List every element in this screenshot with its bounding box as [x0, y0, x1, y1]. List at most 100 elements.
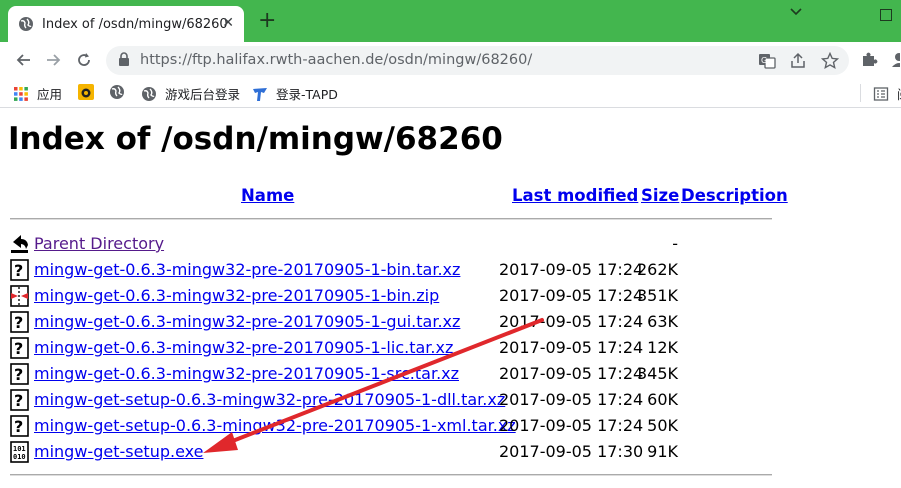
footer-divider — [10, 474, 772, 476]
url-text[interactable]: https://ftp.halifax.rwth-aachen.de/osdn/… — [140, 52, 532, 68]
bookmark-apps[interactable]: 应用 — [13, 84, 62, 103]
file-row: ? mingw-get-setup-0.6.3-mingw32-pre-2017… — [10, 414, 770, 438]
tapd-icon — [252, 86, 268, 102]
translate-icon[interactable]: G — [758, 52, 776, 70]
file-row: ? mingw-get-0.6.3-mingw32-pre-20170905-1… — [10, 258, 770, 282]
svg-text:G: G — [761, 56, 767, 65]
sort-by-size-link[interactable]: Size — [641, 186, 679, 205]
reading-list-icon — [873, 86, 889, 102]
bookmark-game-icon — [78, 84, 94, 100]
url-path: /osdn/mingw/68260/ — [383, 52, 533, 68]
unknown-file-icon: ? — [10, 311, 30, 333]
reading-list[interactable]: 阅 — [873, 84, 901, 103]
unknown-file-icon: ? — [10, 389, 30, 411]
share-icon[interactable] — [789, 52, 807, 70]
file-size: 12K — [647, 338, 678, 357]
file-modified: 2017-09-05 17:24 — [499, 364, 644, 383]
new-tab-icon[interactable]: + — [258, 10, 276, 32]
file-modified: 2017-09-05 17:24 — [499, 338, 644, 357]
reading-list-label: 阅 — [897, 84, 901, 103]
globe-icon — [109, 84, 125, 100]
file-size: 50K — [647, 416, 678, 435]
file-link[interactable]: mingw-get-setup-0.6.3-mingw32-pre-201709… — [34, 390, 505, 409]
bookmark-label: 应用 — [37, 87, 63, 102]
maximize-icon[interactable] — [880, 9, 892, 21]
svg-text:010: 010 — [13, 453, 26, 461]
bookmark-tapd[interactable]: 登录-TAPD — [252, 84, 338, 103]
sort-by-name-link[interactable]: Name — [241, 186, 294, 205]
reload-icon[interactable] — [74, 50, 94, 70]
file-link[interactable]: mingw-get-0.6.3-mingw32-pre-20170905-1-l… — [34, 338, 453, 357]
unknown-file-icon: ? — [10, 337, 30, 359]
file-size: 345K — [636, 364, 678, 383]
tab-title: Index of /osdn/mingw/68260 — [42, 16, 228, 32]
bookmarks-bar: 应用 游戏后台登录 登录-TAPD 阅 — [0, 78, 901, 108]
file-modified: 2017-09-05 17:24 — [499, 416, 644, 435]
header-divider — [10, 218, 772, 220]
apps-grid-icon — [13, 86, 29, 102]
url-host: https://ftp.halifax.rwth-aachen.de — [140, 52, 384, 68]
file-size: 262K — [636, 260, 678, 279]
back-icon[interactable] — [14, 50, 34, 70]
svg-text:?: ? — [14, 313, 23, 332]
file-link[interactable]: mingw-get-0.6.3-mingw32-pre-20170905-1-b… — [34, 260, 460, 279]
file-row: ? mingw-get-setup-0.6.3-mingw32-pre-2017… — [10, 388, 770, 412]
binary-file-icon: 101 010 — [10, 441, 30, 463]
file-size: 63K — [647, 312, 678, 331]
file-modified: 2017-09-05 17:24 — [499, 260, 644, 279]
svg-text:?: ? — [14, 391, 23, 410]
svg-text:?: ? — [14, 261, 23, 280]
file-row: ? mingw-get-0.6.3-mingw32-pre-20170905-1… — [10, 362, 770, 386]
chevron-down-icon[interactable] — [789, 5, 803, 21]
file-link[interactable]: mingw-get-setup.exe — [34, 442, 203, 461]
file-size: 351K — [636, 286, 678, 305]
unknown-file-icon: ? — [10, 259, 30, 281]
file-modified: 2017-09-05 17:24 — [499, 286, 644, 305]
star-icon[interactable] — [820, 51, 840, 70]
parent-directory-row: Parent Directory - — [10, 232, 770, 256]
svg-text:?: ? — [14, 365, 23, 384]
page-content: Index of /osdn/mingw/68260 Name Last mod… — [0, 109, 901, 488]
bookmark-game[interactable] — [78, 84, 102, 100]
bookmark-globe[interactable] — [109, 84, 133, 100]
bookmark-label: 游戏后台登录 — [165, 87, 241, 102]
sort-by-last-modified-link[interactable]: Last modified — [512, 186, 638, 205]
sort-by-description-link[interactable]: Description — [681, 186, 788, 205]
lock-icon[interactable] — [118, 52, 130, 71]
parent-size: - — [672, 234, 678, 253]
forward-icon[interactable] — [43, 50, 63, 70]
browser-titlebar: Index of /osdn/mingw/68260 ✕ + — [0, 0, 901, 42]
svg-text:101: 101 — [13, 445, 26, 453]
bookmarks-divider — [860, 84, 861, 102]
file-modified: 2017-09-05 17:24 — [499, 312, 644, 331]
unknown-file-icon: ? — [10, 363, 30, 385]
compressed-file-icon — [10, 285, 30, 307]
file-row: ? mingw-get-0.6.3-mingw32-pre-20170905-1… — [10, 336, 770, 360]
file-link[interactable]: mingw-get-0.6.3-mingw32-pre-20170905-1-g… — [34, 312, 460, 331]
file-row: ? mingw-get-0.6.3-mingw32-pre-20170905-1… — [10, 310, 770, 334]
bookmark-label: 登录-TAPD — [276, 87, 338, 102]
file-link[interactable]: mingw-get-setup-0.6.3-mingw32-pre-201709… — [34, 416, 516, 435]
globe-icon — [141, 86, 157, 102]
browser-toolbar: https://ftp.halifax.rwth-aachen.de/osdn/… — [0, 42, 901, 78]
svg-text:?: ? — [14, 339, 23, 358]
svg-text:?: ? — [14, 417, 23, 436]
profile-icon[interactable] — [890, 50, 901, 72]
close-tab-icon[interactable]: ✕ — [222, 15, 234, 31]
page-title: Index of /osdn/mingw/68260 — [8, 121, 503, 157]
file-size: 60K — [647, 390, 678, 409]
file-modified: 2017-09-05 17:24 — [499, 390, 644, 409]
address-bar[interactable]: https://ftp.halifax.rwth-aachen.de/osdn/… — [106, 46, 849, 75]
bookmark-game-admin[interactable]: 游戏后台登录 — [141, 84, 240, 103]
browser-tab[interactable]: Index of /osdn/mingw/68260 ✕ — [8, 6, 244, 42]
file-row: mingw-get-0.6.3-mingw32-pre-20170905-1-b… — [10, 284, 770, 308]
file-size: 91K — [647, 442, 678, 461]
file-link[interactable]: mingw-get-0.6.3-mingw32-pre-20170905-1-s… — [34, 364, 459, 383]
parent-directory-link[interactable]: Parent Directory — [34, 234, 164, 253]
back-arrow-icon — [10, 233, 30, 255]
file-row: 101 010 mingw-get-setup.exe 2017-09-05 17… — [10, 440, 770, 464]
globe-icon — [18, 16, 34, 32]
extensions-icon[interactable] — [860, 50, 878, 72]
file-link[interactable]: mingw-get-0.6.3-mingw32-pre-20170905-1-b… — [34, 286, 439, 305]
unknown-file-icon: ? — [10, 415, 30, 437]
